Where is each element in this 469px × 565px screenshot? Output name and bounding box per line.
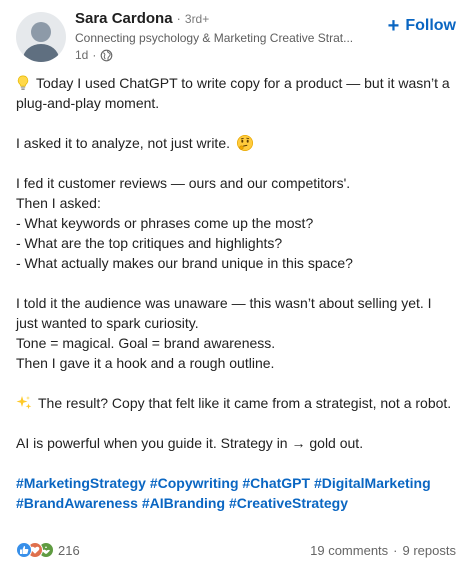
hashtag-chatgpt[interactable]: #ChatGPT (242, 475, 310, 491)
hashtag-list: #MarketingStrategy #Copywriting #ChatGPT… (16, 473, 456, 513)
author-meta: Sara Cardona · 3rd+ Connecting psycholog… (75, 10, 375, 62)
post-text-then-asked: Then I asked: (16, 195, 101, 211)
post-text-tone: Tone = magical. Goal = brand awareness. (16, 335, 276, 351)
lightbulb-emoji (17, 75, 29, 91)
post-text-hook: Then I gave it a hook and a rough outlin… (16, 355, 275, 371)
post-time-row: 1d · (75, 48, 375, 62)
author-name-row: Sara Cardona · 3rd+ (75, 10, 375, 27)
avatar-head-shape (31, 22, 51, 42)
connection-degree: 3rd+ (184, 12, 210, 26)
hashtag-digitalmarketing[interactable]: #DigitalMarketing (314, 475, 431, 491)
author-name[interactable]: Sara Cardona (75, 10, 173, 27)
post-paragraph-3: I fed it customer reviews — ours and our… (16, 173, 456, 273)
follow-button[interactable]: + Follow (388, 16, 456, 36)
post-paragraph-4: I told it the audience was unaware — thi… (16, 293, 456, 373)
hashtag-copywriting[interactable]: #Copywriting (150, 475, 239, 491)
engagement-stats: 19 comments · 9 reposts (310, 543, 456, 558)
post-text-question-1: - What keywords or phrases come up the m… (16, 215, 314, 231)
social-counts: 216 19 comments · 9 reposts (16, 541, 456, 559)
post-text-question-3: - What actually makes our brand unique i… (16, 255, 353, 271)
reaction-count: 216 (58, 542, 80, 558)
post-header: Sara Cardona · 3rd+ Connecting psycholog… (16, 10, 456, 62)
reactions-summary[interactable]: 216 (16, 542, 80, 558)
like-icon (16, 542, 32, 558)
post-text-reviews: I fed it customer reviews — ours and our… (16, 175, 351, 191)
author-headline: Connecting psychology & Marketing Creati… (75, 31, 354, 45)
post-text-analyze: I asked it to analyze, not just write. (16, 135, 230, 151)
hashtag-marketingstrategy[interactable]: #MarketingStrategy (16, 475, 146, 491)
post-time: 1d (75, 48, 89, 62)
post-text-question-2: - What are the top critiques and highlig… (16, 235, 283, 251)
comments-count[interactable]: 19 comments (310, 543, 388, 558)
hashtag-brandawareness[interactable]: #BrandAwareness (16, 495, 138, 511)
sparkles-emoji (16, 396, 32, 410)
post-body: Today I used ChatGPT to write copy for a… (16, 73, 456, 513)
reposts-count[interactable]: 9 reposts (403, 543, 456, 558)
avatar[interactable] (16, 12, 66, 62)
stats-separator: · (393, 542, 398, 558)
post-paragraph-5: The result? Copy that felt like it came … (16, 393, 456, 413)
post-text-conclusion: AI is powerful when you guide it. Strate… (16, 435, 364, 451)
post-paragraph-1: Today I used ChatGPT to write copy for a… (16, 73, 456, 113)
degree-separator: · (176, 11, 181, 26)
time-separator: · (92, 48, 97, 62)
plus-icon: + (387, 15, 400, 37)
post-paragraph-6: AI is powerful when you guide it. Strate… (16, 433, 456, 453)
post-text-audience: I told it the audience was unaware — thi… (16, 295, 432, 331)
post-text-result: The result? Copy that felt like it came … (38, 395, 452, 411)
globe-icon (101, 49, 113, 61)
hashtag-creativestrategy[interactable]: #CreativeStrategy (229, 495, 348, 511)
follow-label: Follow (405, 17, 456, 34)
avatar-body-shape (23, 44, 59, 62)
thinking-face-emoji (236, 134, 253, 152)
hashtag-aibranding[interactable]: #AIBranding (142, 495, 225, 511)
post-paragraph-2: I asked it to analyze, not just write. (16, 133, 456, 153)
post-text-intro: Today I used ChatGPT to write copy for a… (16, 75, 450, 111)
